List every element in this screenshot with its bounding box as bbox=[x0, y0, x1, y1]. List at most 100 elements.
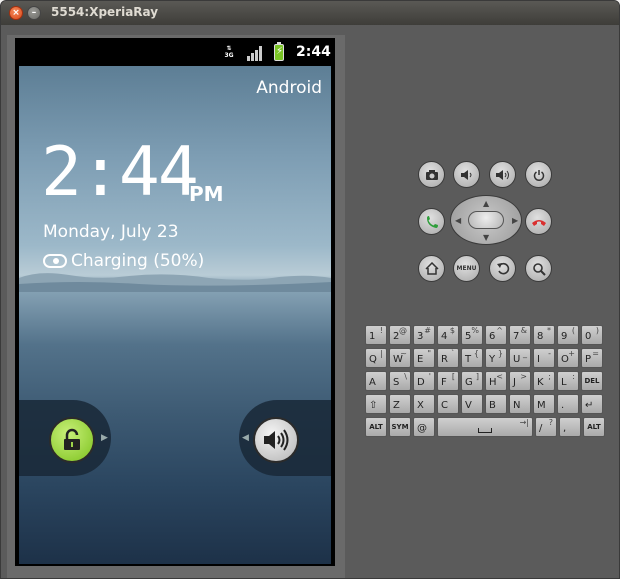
key[interactable]: W ~ bbox=[389, 348, 411, 368]
key[interactable]: U _ bbox=[509, 348, 531, 368]
key-label: 6 bbox=[489, 331, 496, 342]
key[interactable]: N bbox=[509, 394, 531, 414]
key[interactable]: F[ bbox=[437, 371, 459, 391]
key[interactable]: L: bbox=[557, 371, 579, 391]
key[interactable]: Q | bbox=[365, 348, 387, 368]
key-label: 0 bbox=[585, 331, 592, 342]
sound-slider[interactable]: ◀ bbox=[239, 400, 331, 476]
camera-icon[interactable] bbox=[418, 161, 445, 188]
end-call-icon[interactable] bbox=[525, 208, 552, 235]
key[interactable]: B bbox=[485, 394, 507, 414]
power-icon[interactable] bbox=[525, 161, 552, 188]
home-icon[interactable] bbox=[418, 255, 445, 282]
carrier-label: Android bbox=[256, 78, 322, 98]
key-shift-label: →| bbox=[519, 418, 529, 427]
key[interactable]: Z bbox=[389, 394, 411, 414]
key[interactable]: 4 $ bbox=[437, 325, 459, 345]
key[interactable]: ⇧ bbox=[365, 394, 387, 414]
key-shift-label: \ bbox=[404, 372, 407, 381]
network-indicator: ⇅ 3G bbox=[224, 45, 234, 59]
key[interactable]: . bbox=[557, 394, 579, 414]
key[interactable]: I- bbox=[533, 348, 555, 368]
key[interactable]: 9( bbox=[557, 325, 579, 345]
dpad-up-icon[interactable]: ▲ bbox=[483, 199, 489, 208]
arrow-left-icon: ◀ bbox=[242, 433, 249, 443]
key[interactable]: DEL bbox=[581, 371, 603, 391]
dpad-left-icon[interactable]: ◀ bbox=[455, 216, 461, 225]
key[interactable]: 3 # bbox=[413, 325, 435, 345]
key[interactable]: G] bbox=[461, 371, 483, 391]
key[interactable]: /? bbox=[535, 417, 557, 437]
key-shift-label: | bbox=[380, 349, 383, 358]
key[interactable]: Y} bbox=[485, 348, 507, 368]
key[interactable]: 6 ^ bbox=[485, 325, 507, 345]
key[interactable]: D ' bbox=[413, 371, 435, 391]
key[interactable]: K; bbox=[533, 371, 555, 391]
phone-screen: ⇅ 3G ⚡ 2:44 Android 2:44 PM Monday, July … bbox=[15, 38, 335, 566]
key[interactable]: 8 * bbox=[533, 325, 555, 345]
close-icon[interactable]: × bbox=[9, 6, 23, 20]
key[interactable]: @ bbox=[413, 417, 435, 437]
key[interactable]: C bbox=[437, 394, 459, 414]
sound-on-icon[interactable] bbox=[253, 417, 299, 463]
key-label: 8 bbox=[537, 331, 544, 342]
call-icon[interactable] bbox=[418, 208, 445, 235]
key[interactable]: →| bbox=[437, 417, 533, 437]
key-label: S bbox=[393, 377, 400, 388]
space-icon bbox=[478, 428, 492, 433]
key[interactable]: S \ bbox=[389, 371, 411, 391]
key-shift-label: = bbox=[592, 349, 599, 358]
key[interactable]: 2 @ bbox=[389, 325, 411, 345]
minimize-icon[interactable]: – bbox=[27, 6, 41, 20]
menu-button[interactable]: MENU bbox=[453, 255, 480, 282]
key[interactable]: P = bbox=[581, 348, 603, 368]
key[interactable]: M bbox=[533, 394, 555, 414]
search-icon[interactable] bbox=[525, 255, 552, 282]
key-shift-label: _ bbox=[523, 349, 527, 358]
volume-down-icon[interactable] bbox=[453, 161, 480, 188]
key[interactable]: ↵ bbox=[581, 394, 603, 414]
key-shift-label: ) bbox=[595, 326, 599, 335]
key-shift-label: } bbox=[497, 349, 503, 358]
key[interactable]: A bbox=[365, 371, 387, 391]
key[interactable]: T{ bbox=[461, 348, 483, 368]
key-label: K bbox=[537, 377, 544, 388]
key-label: ALT bbox=[587, 423, 601, 431]
key-label: . bbox=[561, 400, 565, 411]
unlock-slider[interactable]: ▶ bbox=[19, 400, 111, 476]
key[interactable]: J > bbox=[509, 371, 531, 391]
key[interactable]: SYM bbox=[389, 417, 411, 437]
key-label: 3 bbox=[417, 331, 424, 342]
key[interactable]: V bbox=[461, 394, 483, 414]
key[interactable]: H < bbox=[485, 371, 507, 391]
volume-up-icon[interactable] bbox=[489, 161, 516, 188]
back-icon[interactable] bbox=[489, 255, 516, 282]
key-shift-label: & bbox=[520, 326, 527, 335]
key-label: L bbox=[561, 377, 567, 388]
key[interactable]: , bbox=[559, 417, 581, 437]
key[interactable]: ALT bbox=[583, 417, 605, 437]
key[interactable]: 5% bbox=[461, 325, 483, 345]
key-label: P bbox=[585, 354, 592, 365]
key[interactable]: ALT bbox=[365, 417, 387, 437]
key[interactable]: 7 & bbox=[509, 325, 531, 345]
key-shift-label: ~ bbox=[400, 349, 407, 358]
key-label: Y bbox=[489, 354, 496, 365]
key-label: Z bbox=[393, 400, 400, 411]
key-label: A bbox=[369, 377, 376, 388]
dpad-down-icon[interactable]: ▼ bbox=[483, 233, 489, 242]
key[interactable]: O + bbox=[557, 348, 579, 368]
key-label: B bbox=[489, 400, 496, 411]
key-shift-label: + bbox=[568, 349, 575, 358]
key[interactable]: R ` bbox=[437, 348, 459, 368]
key-label: ⇧ bbox=[369, 400, 378, 411]
key[interactable]: E " bbox=[413, 348, 435, 368]
title-bar: × – 5554:XperiaRay bbox=[1, 1, 619, 25]
key[interactable]: 0) bbox=[581, 325, 603, 345]
key[interactable]: X bbox=[413, 394, 435, 414]
unlock-icon[interactable] bbox=[49, 417, 95, 463]
key[interactable]: 1! bbox=[365, 325, 387, 345]
dpad-right-icon[interactable]: ▶ bbox=[512, 216, 518, 225]
dpad[interactable]: ▲ ▼ ◀ ▶ bbox=[450, 195, 522, 245]
dpad-center-button[interactable] bbox=[468, 211, 504, 229]
